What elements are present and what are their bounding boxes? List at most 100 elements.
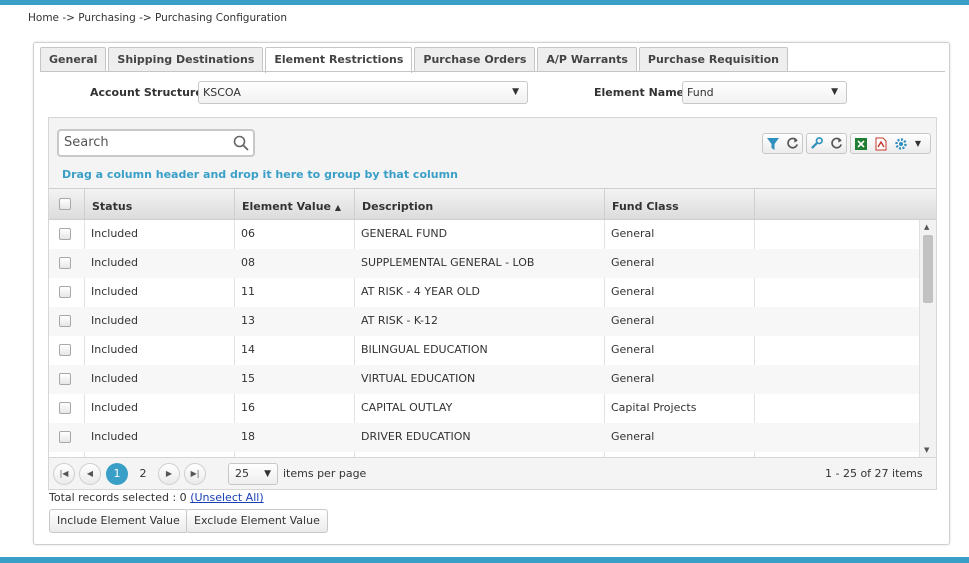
filter-icon: [766, 137, 779, 150]
tab-general[interactable]: General: [40, 47, 107, 72]
table-row[interactable]: Included 11 AT RISK - 4 YEAR OLD General: [49, 278, 919, 307]
chevron-down-icon: ▼: [264, 469, 271, 479]
row-checkbox[interactable]: [59, 402, 71, 414]
status-cell: Included: [91, 285, 139, 298]
scrollbar-thumb[interactable]: [923, 235, 933, 303]
row-checkbox[interactable]: [59, 373, 71, 385]
element-value-cell: 13: [241, 314, 255, 327]
element-value-cell: 18: [241, 430, 255, 443]
table-row[interactable]: Included 18 DRIVER EDUCATION General: [49, 423, 919, 452]
status-cell: Included: [91, 227, 139, 240]
tab-ap-warrants[interactable]: A/P Warrants: [537, 47, 637, 72]
fund-class-cell: General: [611, 285, 655, 298]
search-input[interactable]: Search: [57, 129, 255, 157]
last-page-button[interactable]: ▶|: [184, 463, 206, 485]
column-header-status[interactable]: Status: [84, 189, 234, 220]
tab-purchase-requisition[interactable]: Purchase Requisition: [638, 47, 788, 72]
column-header-label: Fund Class: [612, 200, 679, 213]
search-placeholder: Search: [64, 135, 109, 150]
search-icon[interactable]: [233, 135, 249, 151]
description-cell: VIRTUAL EDUCATION: [361, 372, 476, 385]
tab-strip: General Shipping Destinations Element Re…: [40, 47, 790, 73]
description-cell: GENERAL FUND: [361, 227, 448, 240]
status-cell: Included: [91, 343, 139, 356]
description-cell: SUPPLEMENTAL GENERAL - LOB: [361, 256, 535, 269]
chevron-down-icon: ▼: [831, 87, 838, 97]
bottom-accent-bar: [0, 557, 969, 563]
last-page-icon: ▶|: [190, 469, 200, 478]
row-checkbox[interactable]: [59, 228, 71, 240]
select-all-checkbox[interactable]: [59, 198, 71, 210]
column-header-fund-class[interactable]: Fund Class: [604, 189, 754, 220]
scroll-down-icon[interactable]: ▼: [924, 446, 929, 454]
export-pdf-button[interactable]: [871, 134, 891, 153]
row-checkbox[interactable]: [59, 257, 71, 269]
next-page-button[interactable]: ▶: [158, 463, 180, 485]
status-cell: Included: [91, 430, 139, 443]
row-checkbox[interactable]: [59, 344, 71, 356]
first-page-icon: |◀: [59, 469, 69, 478]
reset-columns-button[interactable]: [827, 134, 847, 153]
element-value-cell: 11: [241, 285, 255, 298]
row-checkbox[interactable]: [59, 431, 71, 443]
page-size-select[interactable]: 25 ▼: [228, 463, 278, 485]
fund-class-cell: General: [611, 256, 655, 269]
refresh-icon: [830, 137, 842, 149]
description-cell: AT RISK - K-12: [361, 314, 438, 327]
include-element-value-button[interactable]: Include Element Value: [49, 509, 188, 533]
column-button-group: [806, 133, 847, 154]
pdf-icon: [875, 137, 887, 150]
status-cell: Included: [91, 372, 139, 385]
settings-button[interactable]: [891, 134, 911, 153]
excel-icon: [855, 137, 867, 150]
gear-icon: [895, 137, 907, 150]
first-page-button[interactable]: |◀: [53, 463, 75, 485]
wrench-icon: [811, 137, 824, 149]
export-excel-button[interactable]: [851, 134, 871, 153]
element-name-label: Element Name:: [594, 86, 689, 99]
tab-element-restrictions[interactable]: Element Restrictions: [265, 47, 413, 73]
chevron-down-icon: ▼: [512, 87, 519, 97]
vertical-scrollbar[interactable]: ▲ ▼: [919, 220, 936, 457]
sort-ascending-icon: ▲: [334, 203, 341, 212]
chevron-down-icon[interactable]: ▼: [911, 134, 925, 153]
selection-summary: Total records selected : 0 (Unselect All…: [49, 491, 264, 504]
scroll-up-icon[interactable]: ▲: [924, 223, 929, 231]
column-header-label: Element Value: [242, 200, 331, 213]
element-value-cell: 16: [241, 401, 255, 414]
page-size-value: 25: [235, 467, 249, 480]
account-structure-select[interactable]: KSCOA ▼: [198, 81, 528, 104]
filter-button[interactable]: [763, 134, 783, 153]
previous-page-button[interactable]: ◀: [79, 463, 101, 485]
pager-summary: 1 - 25 of 27 items: [825, 467, 923, 480]
page-2-button[interactable]: 2: [132, 463, 154, 485]
element-value-cell: 08: [241, 256, 255, 269]
element-value-cell: 14: [241, 343, 255, 356]
reset-filter-button[interactable]: [783, 134, 803, 153]
row-checkbox[interactable]: [59, 315, 71, 327]
status-cell: Included: [91, 401, 139, 414]
top-accent-bar: [0, 0, 969, 5]
table-row[interactable]: Included 15 VIRTUAL EDUCATION General: [49, 365, 919, 394]
fund-class-cell: General: [611, 372, 655, 385]
unselect-all-link[interactable]: (Unselect All): [190, 491, 263, 504]
table-row[interactable]: Included 16 CAPITAL OUTLAY Capital Proje…: [49, 394, 919, 423]
table-row[interactable]: Included 08 SUPPLEMENTAL GENERAL - LOB G…: [49, 249, 919, 278]
account-structure-label: Account Structure:: [90, 86, 208, 99]
tab-purchase-orders[interactable]: Purchase Orders: [414, 47, 536, 72]
table-row[interactable]: Included 14 BILINGUAL EDUCATION General: [49, 336, 919, 365]
table-row[interactable]: Included 06 GENERAL FUND General: [49, 220, 919, 249]
row-checkbox[interactable]: [59, 286, 71, 298]
column-header-description[interactable]: Description: [354, 189, 604, 220]
refresh-icon: [786, 137, 798, 149]
description-cell: DRIVER EDUCATION: [361, 430, 471, 443]
configuration-panel: General Shipping Destinations Element Re…: [33, 42, 950, 545]
column-header-element-value[interactable]: Element Value ▲: [234, 189, 354, 220]
exclude-element-value-button[interactable]: Exclude Element Value: [186, 509, 328, 533]
description-cell: BILINGUAL EDUCATION: [361, 343, 488, 356]
page-1-button[interactable]: 1: [106, 463, 128, 485]
element-name-select[interactable]: Fund ▼: [682, 81, 847, 104]
table-row[interactable]: Included 13 AT RISK - K-12 General: [49, 307, 919, 336]
tab-shipping-destinations[interactable]: Shipping Destinations: [108, 47, 264, 72]
column-settings-button[interactable]: [807, 134, 827, 153]
